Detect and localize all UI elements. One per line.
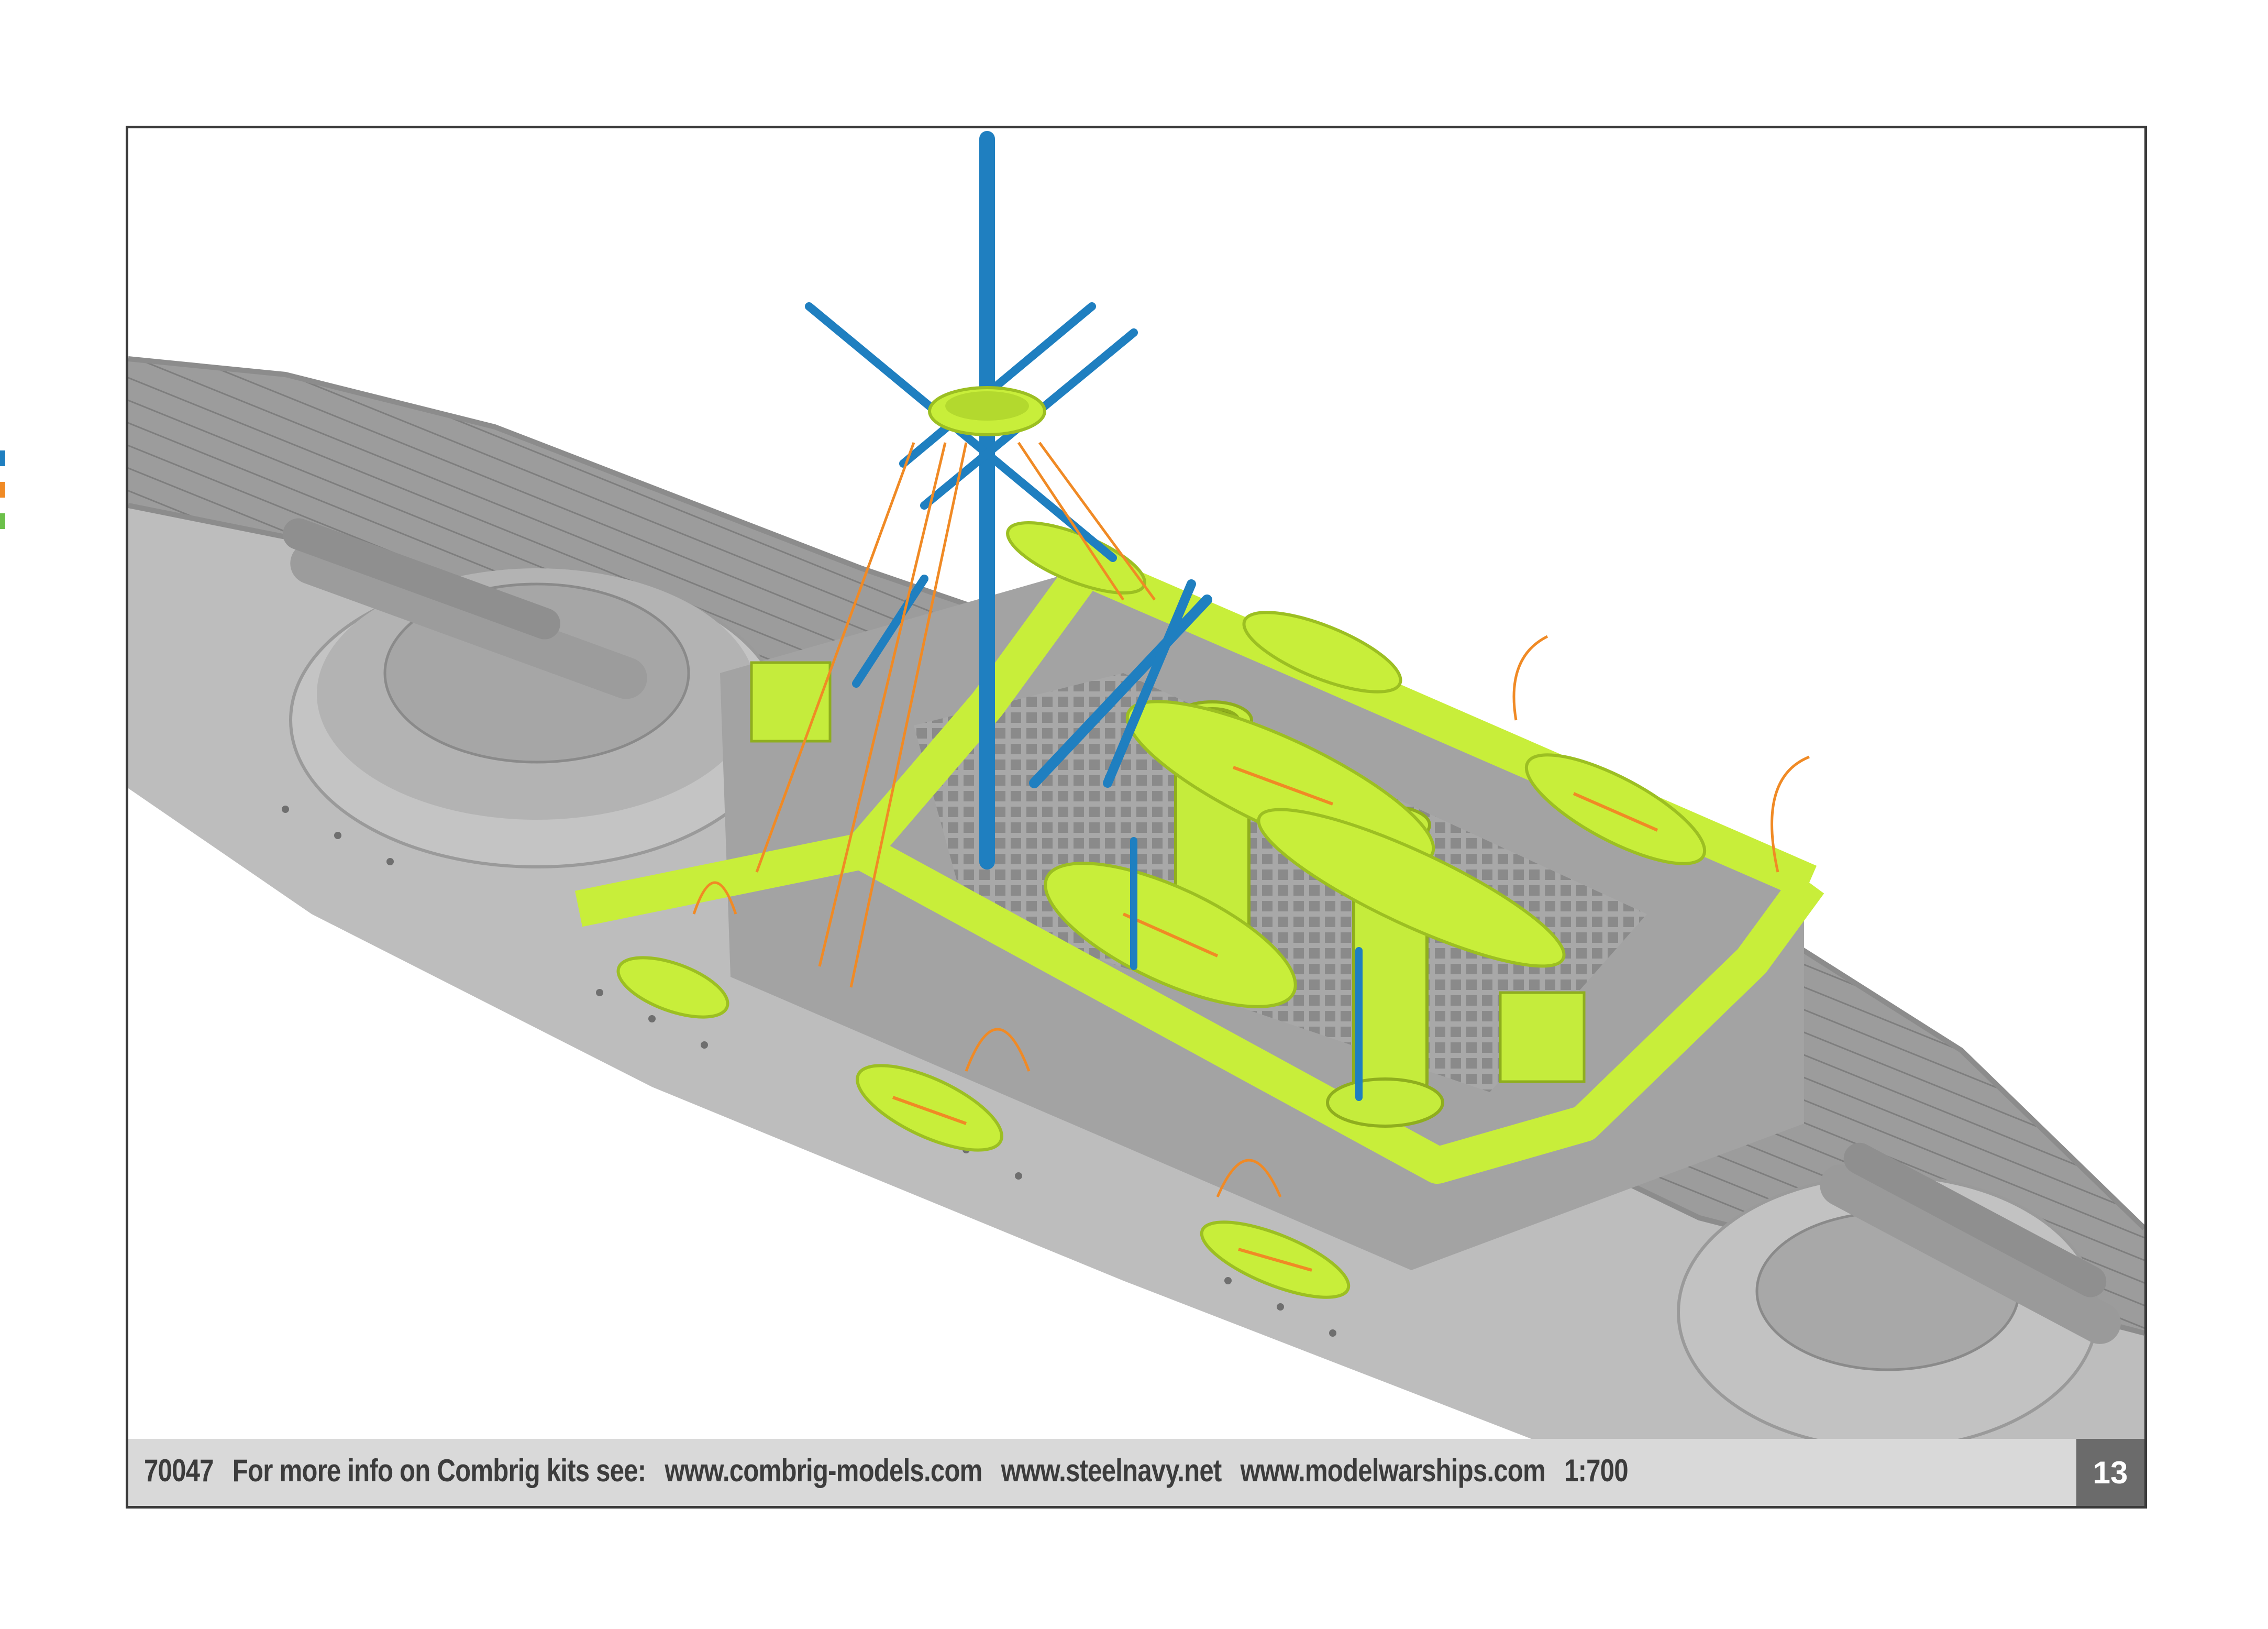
url-combrig-link[interactable]: www.combrig-models.com xyxy=(665,1453,982,1488)
battleship-model-illustration xyxy=(128,131,2144,1443)
url-modelwarships-link[interactable]: www.modelwarships.com xyxy=(1241,1453,1546,1488)
fighting-top xyxy=(928,386,1046,436)
url-steelnavy-link[interactable]: www.steelnavy.net xyxy=(1001,1453,1222,1488)
legend-blue-mark xyxy=(0,450,5,466)
instruction-page: 70047 For more info on Combrig kits see: w… xyxy=(0,0,2268,1629)
legend-green-mark xyxy=(0,513,5,529)
legend-marks xyxy=(0,450,6,545)
footer-text: 70047 For more info on Combrig kits see: w… xyxy=(144,1452,1647,1489)
info-label: For more info on Combrig kits see: xyxy=(232,1453,646,1488)
kit-number: 70047 xyxy=(144,1453,214,1488)
scale-label: 1:700 xyxy=(1564,1453,1629,1488)
footer-bar: 70047 For more info on Combrig kits see: w… xyxy=(128,1439,2144,1506)
instruction-frame: 70047 For more info on Combrig kits see: w… xyxy=(126,126,2147,1509)
page-number: 13 xyxy=(2076,1439,2144,1506)
legend-orange-mark xyxy=(0,482,5,498)
